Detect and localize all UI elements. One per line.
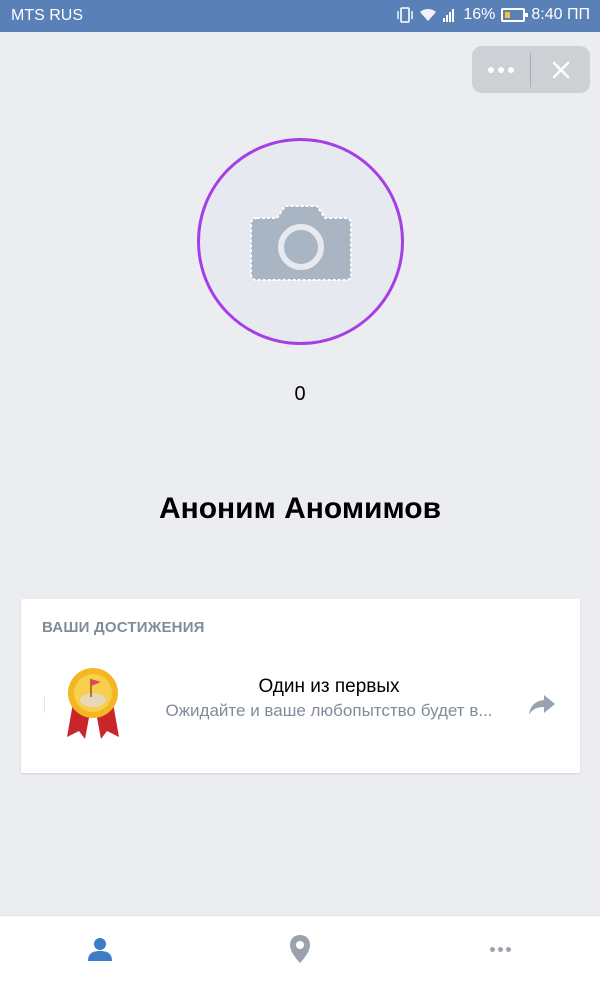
map-pin-icon (290, 935, 310, 963)
tab-profile[interactable] (0, 916, 200, 982)
avatar[interactable] (197, 138, 404, 345)
achievements-card: ВАШИ ДОСТИЖЕНИЯ Один из первых Ожидайте … (21, 599, 580, 773)
camera-icon (249, 204, 352, 281)
status-bar: MTS RUS 16% 8:40 ПП (0, 0, 600, 32)
app-menu-pill (472, 46, 590, 93)
medal-icon (67, 668, 119, 739)
battery-percent: 16% (463, 6, 496, 23)
tab-map[interactable] (200, 916, 400, 982)
achievement-item[interactable]: Один из первых Ожидайте и ваше любопытст… (21, 659, 580, 755)
user-name: Аноним Аномимов (158, 492, 442, 525)
vibrate-icon (397, 6, 414, 24)
status-icons: 16% 8:40 ПП (397, 6, 590, 24)
share-arrow-icon[interactable] (528, 693, 556, 717)
bottom-nav (0, 915, 600, 991)
signal-icon (443, 8, 457, 22)
tab-more[interactable] (400, 916, 600, 982)
achievement-description: Ожидайте и ваше любопытство будет в... (165, 701, 493, 720)
achievement-name: Один из первых (258, 676, 400, 697)
close-icon (552, 61, 569, 78)
more-dots-icon[interactable] (472, 46, 530, 93)
battery-icon (501, 8, 529, 22)
more-icon (489, 946, 511, 952)
carrier-label: MTS RUS (11, 7, 83, 24)
achievements-title: ВАШИ ДОСТИЖЕНИЯ (42, 619, 205, 636)
user-icon (88, 938, 112, 961)
score-value: 0 (294, 383, 306, 405)
row-marker (44, 697, 45, 713)
wifi-icon (419, 7, 437, 23)
clock: 8:40 ПП (531, 6, 590, 23)
close-button[interactable] (531, 46, 590, 93)
